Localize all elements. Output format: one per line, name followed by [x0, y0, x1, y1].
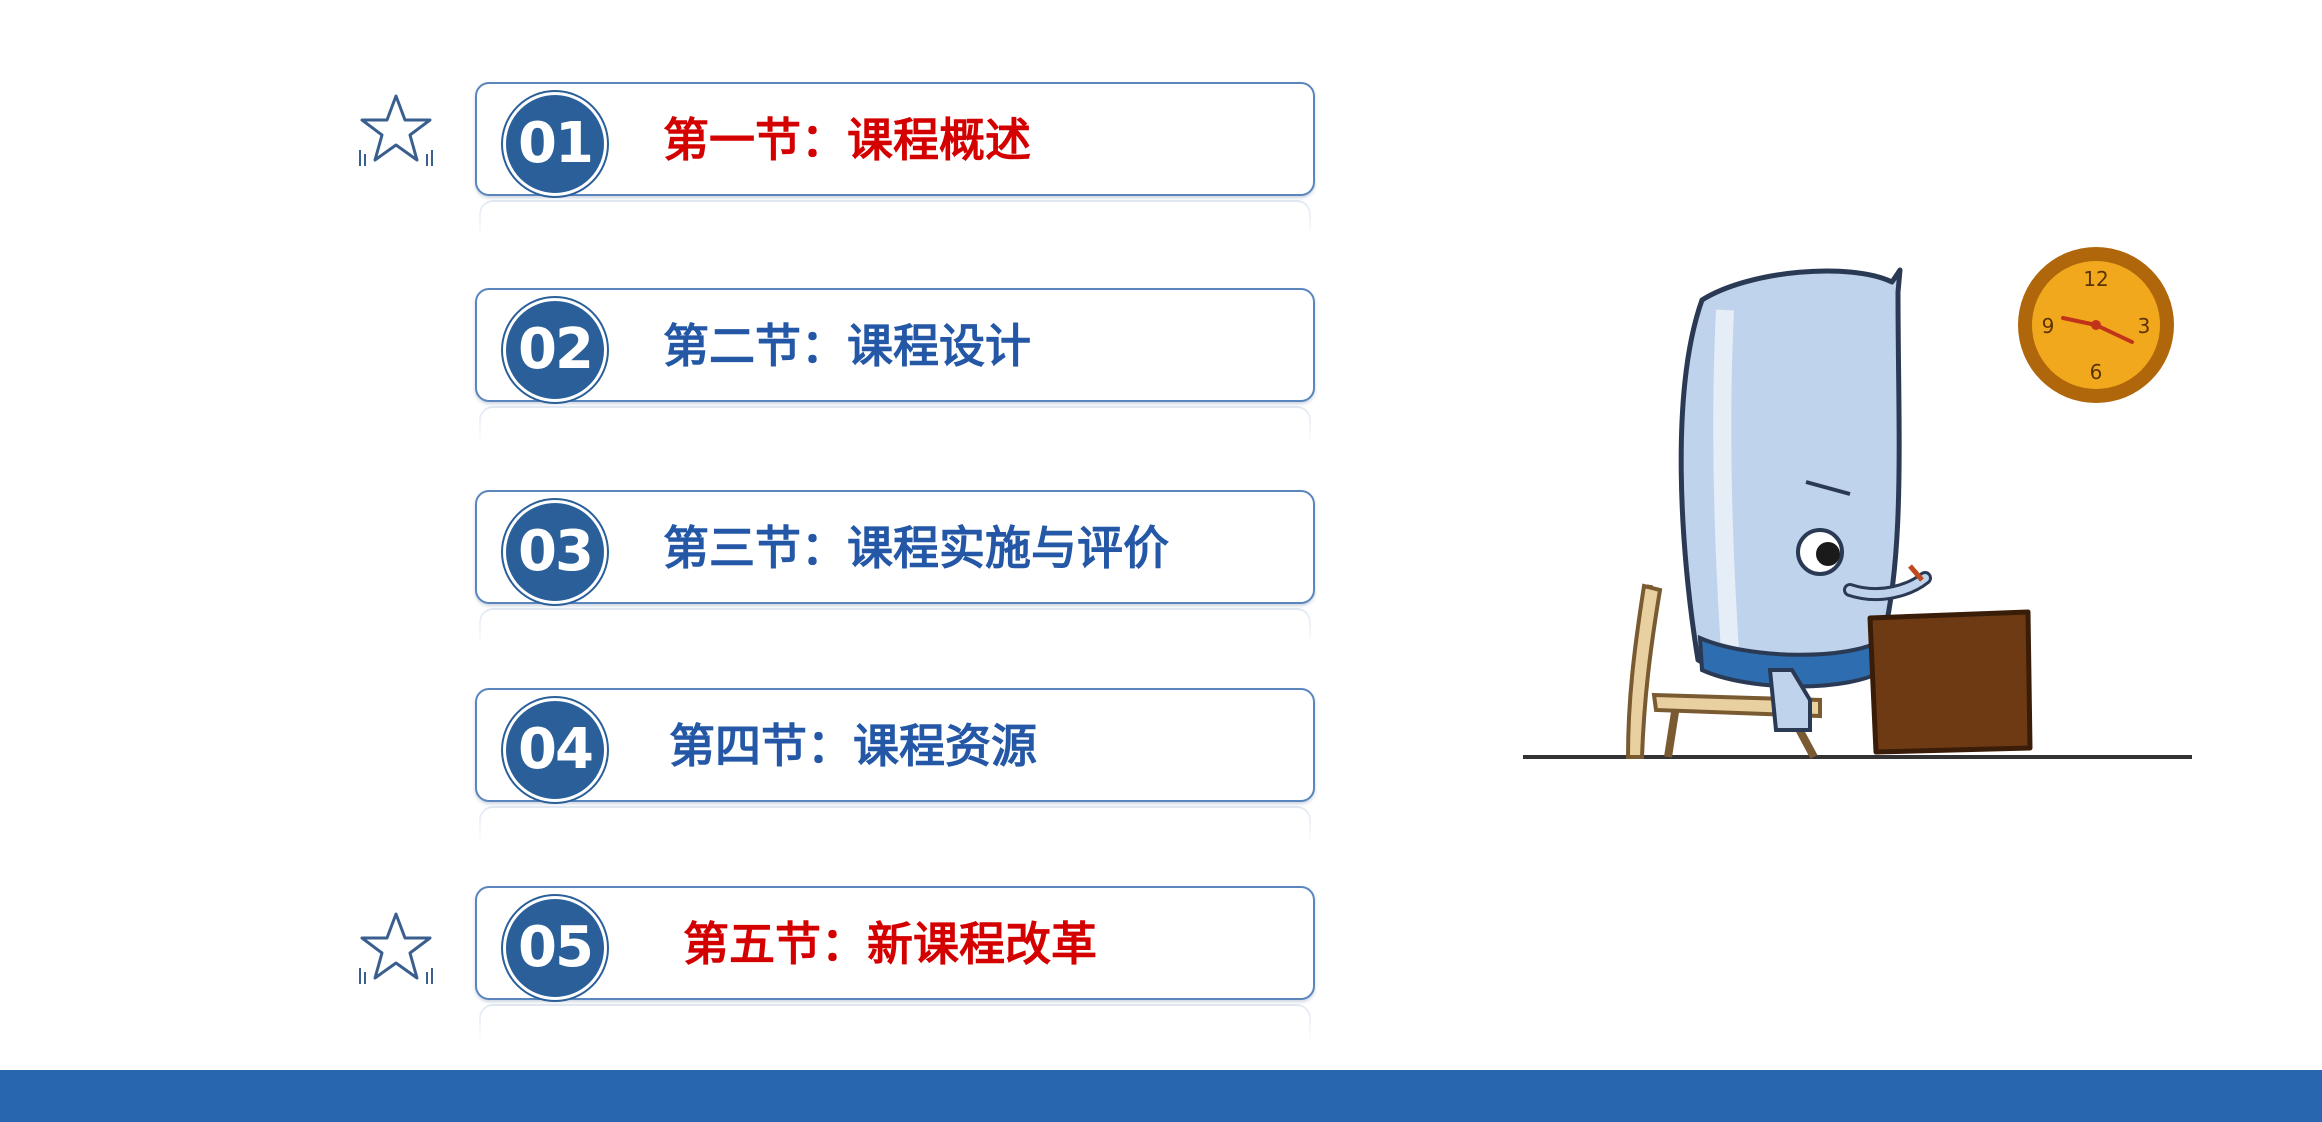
card-reflection — [479, 200, 1311, 238]
section-title: 第三节：课程实施与评价 — [663, 521, 1169, 575]
section-number: 04 — [503, 698, 607, 802]
writing-character-illustration: 12 3 6 9 — [1523, 247, 2192, 759]
clock-numeral-9: 9 — [2042, 314, 2055, 338]
section-item-4[interactable]: 04 第四节：课程资源 — [475, 688, 1315, 844]
section-card[interactable]: 02 第二节：课程设计 — [475, 288, 1315, 402]
section-number: 02 — [503, 298, 607, 402]
clock-numeral-6: 6 — [2090, 360, 2103, 384]
clock-numeral-12: 12 — [2083, 267, 2108, 291]
card-reflection — [479, 406, 1311, 444]
section-card[interactable]: 05 第五节：新课程改革 — [475, 886, 1315, 1000]
section-title: 第五节：新课程改革 — [683, 917, 1097, 971]
section-card[interactable]: 04 第四节：课程资源 — [475, 688, 1315, 802]
section-number: 03 — [503, 500, 607, 604]
star-icon — [359, 94, 433, 166]
section-card[interactable]: 01 第一节：课程概述 — [475, 82, 1315, 196]
card-reflection — [479, 806, 1311, 844]
section-title: 第四节：课程资源 — [669, 719, 1037, 773]
clock-numeral-3: 3 — [2138, 314, 2151, 338]
clock-icon: 12 3 6 9 — [2018, 247, 2174, 403]
section-title: 第一节：课程概述 — [663, 113, 1031, 167]
section-item-1[interactable]: 01 第一节：课程概述 — [475, 82, 1315, 238]
section-number: 05 — [503, 896, 607, 1000]
card-reflection — [479, 1004, 1311, 1042]
star-icon — [359, 912, 433, 984]
section-item-5[interactable]: 05 第五节：新课程改革 — [475, 886, 1315, 1042]
section-item-3[interactable]: 03 第三节：课程实施与评价 — [475, 490, 1315, 646]
section-item-2[interactable]: 02 第二节：课程设计 — [475, 288, 1315, 444]
section-card[interactable]: 03 第三节：课程实施与评价 — [475, 490, 1315, 604]
section-title: 第二节：课程设计 — [663, 319, 1031, 373]
footer-bar — [0, 1070, 2322, 1122]
section-number: 01 — [503, 92, 607, 196]
card-reflection — [479, 608, 1311, 646]
